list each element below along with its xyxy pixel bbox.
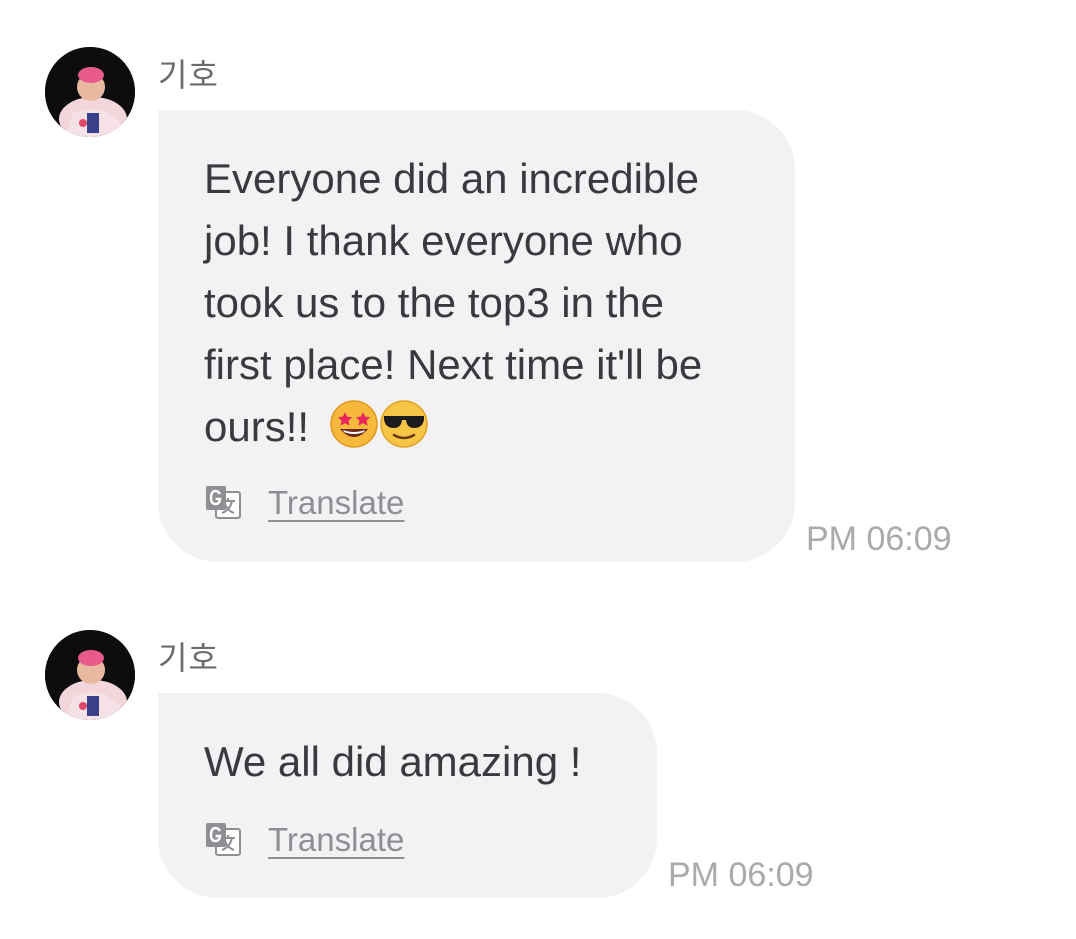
sunglasses-emoji <box>380 400 428 448</box>
translate-button[interactable]: Translate <box>204 484 404 522</box>
message-text: Everyone did an incredible job! I thank … <box>204 148 749 458</box>
sender-name: 기호 <box>158 57 219 93</box>
message-timestamp: PM 06:09 <box>806 520 952 558</box>
translate-label: Translate <box>268 821 405 858</box>
message-bubble[interactable]: We all did amazing ! Translate <box>158 693 657 898</box>
translate-button[interactable]: Translate <box>204 821 404 859</box>
avatar[interactable] <box>45 630 135 720</box>
message-text-content: Everyone did an incredible job! I thank … <box>204 155 703 450</box>
translate-icon <box>206 486 241 519</box>
message-timestamp: PM 06:09 <box>668 856 814 894</box>
star-struck-emoji <box>330 400 378 448</box>
avatar[interactable] <box>45 47 135 137</box>
translate-icon <box>206 823 241 856</box>
message-text: We all did amazing ! <box>204 738 582 785</box>
sender-name: 기호 <box>158 640 219 676</box>
message-bubble[interactable]: Everyone did an incredible job! I thank … <box>158 110 795 562</box>
translate-label: Translate <box>268 484 405 521</box>
